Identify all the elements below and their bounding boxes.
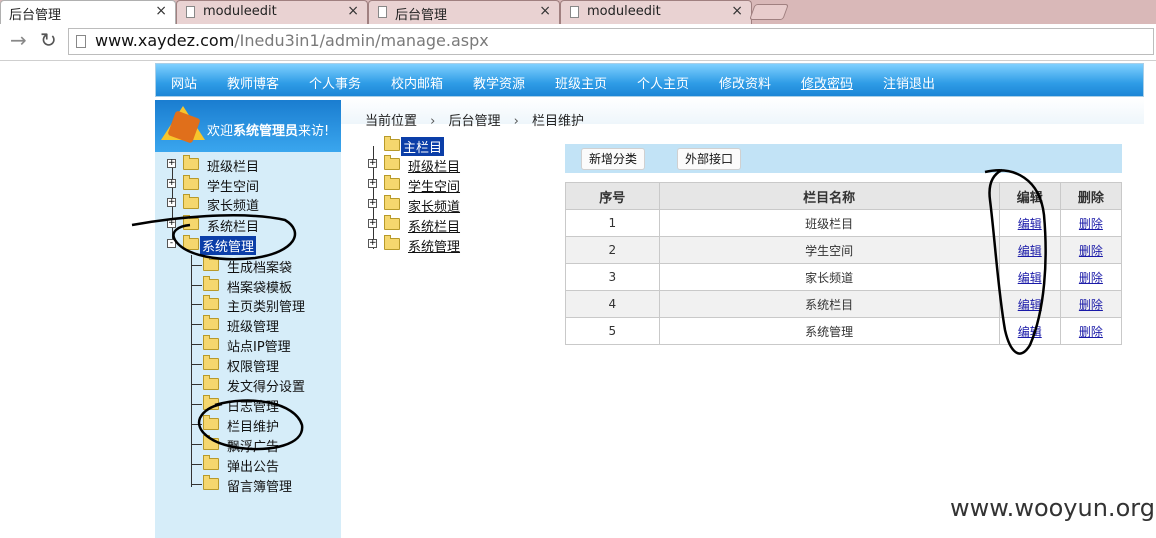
annotation-marks	[131, 168, 1047, 451]
annotation-circle-edit-column	[984, 168, 1047, 355]
annotation-circle-system-management	[131, 214, 297, 261]
watermark: www.wooyun.org	[950, 494, 1155, 522]
annotation-circle-column-maintenance	[197, 399, 304, 451]
